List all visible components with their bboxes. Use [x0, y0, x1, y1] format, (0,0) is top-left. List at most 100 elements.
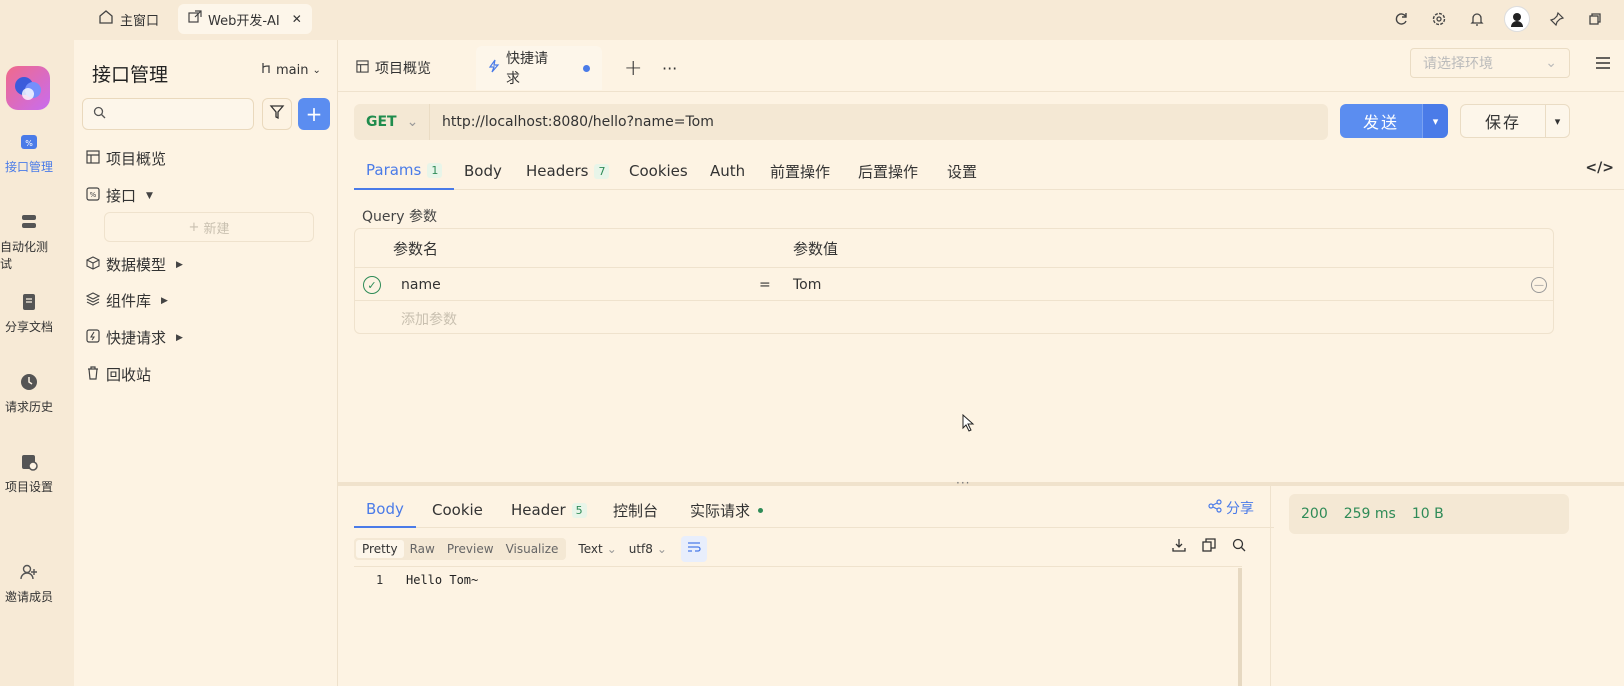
sidebar-item-overview[interactable]: 项目概览 [86, 148, 166, 169]
share-button[interactable]: 分享 [1208, 498, 1254, 518]
avatar[interactable] [1504, 6, 1530, 32]
download-icon[interactable] [1172, 538, 1186, 556]
tab-auth[interactable]: Auth [710, 152, 745, 190]
content-type-select[interactable]: Text ⌄ [578, 542, 616, 556]
column-header-value: 参数值 [793, 239, 839, 258]
tab-label: Cookies [629, 162, 688, 180]
response-body-viewer[interactable]: 1 Hello Tom~ [354, 566, 1242, 686]
wrap-icon [687, 541, 701, 557]
sidebar-title: 接口管理 [92, 64, 169, 86]
row-enabled-checkbox[interactable]: ✓ [363, 268, 381, 302]
chevron-down-icon: ⌄ [406, 114, 419, 130]
send-button[interactable]: 发送 [1340, 104, 1422, 138]
format-preview[interactable]: Preview [441, 540, 500, 558]
window-tab-main[interactable]: 主窗口 [88, 4, 169, 34]
cube-icon [86, 255, 100, 274]
close-icon[interactable]: ✕ [292, 12, 302, 26]
tab-response-header[interactable]: Header 5 [511, 492, 587, 528]
save-button[interactable]: 保存 [1460, 104, 1546, 138]
tab-actual-request[interactable]: 实际请求 [690, 492, 764, 528]
search-icon[interactable] [1232, 538, 1246, 556]
chevron-down-icon: ⌄ [312, 64, 321, 76]
drag-handle-icon[interactable]: ··· [956, 476, 970, 490]
tab-body[interactable]: Body [464, 152, 502, 190]
copy-icon[interactable] [1202, 538, 1216, 556]
code-icon[interactable]: </> [1585, 160, 1614, 176]
send-dropdown-button[interactable]: ▾ [1422, 104, 1448, 138]
rail-item-api[interactable]: % 接口管理 [0, 132, 58, 175]
lightning-icon [488, 59, 500, 77]
new-api-button[interactable]: + 新建 [104, 212, 314, 242]
invite-member-icon [19, 562, 39, 582]
status-dot [758, 507, 764, 513]
format-mode-group: Pretty Raw Preview Visualize [354, 538, 567, 560]
window-tab-project[interactable]: Web开发-AI ✕ [178, 4, 312, 34]
sidebar-search[interactable] [82, 98, 254, 130]
vertical-scrollbar[interactable] [1238, 568, 1242, 686]
new-tab-button[interactable]: + [612, 46, 654, 90]
rail-item-label: 请求历史 [4, 400, 53, 414]
status-code: 200 [1301, 506, 1328, 522]
sidebar-item-api[interactable]: % 接口 ▼ [86, 185, 153, 206]
caret-right-icon: ▶ [161, 295, 168, 306]
tab-cookies[interactable]: Cookies [629, 152, 688, 190]
menu-icon[interactable] [1592, 52, 1614, 74]
response-size: 10 B [1411, 506, 1444, 522]
format-pretty[interactable]: Pretty [356, 540, 404, 558]
tab-response-body[interactable]: Body [354, 492, 416, 528]
tab-pre-request[interactable]: 前置操作 [770, 152, 830, 190]
caret-right-icon: ▶ [176, 332, 183, 343]
response-tabs: Body Cookie Header 5 控制台 实际请求 [354, 492, 1274, 528]
tab-params[interactable]: Params 1 [354, 152, 455, 190]
response-time: 259 ms [1343, 506, 1396, 522]
tab-settings[interactable]: 设置 [947, 152, 977, 190]
rail-item-project-settings[interactable]: 项目设置 [0, 452, 58, 495]
bell-icon[interactable] [1466, 8, 1488, 30]
branch-selector[interactable]: main ⌄ [260, 62, 321, 78]
encoding-select[interactable]: utf8 ⌄ [629, 542, 667, 556]
tab-label: Body [366, 500, 404, 518]
rail-item-invite[interactable]: 邀请成员 [0, 562, 58, 605]
more-tabs-button[interactable]: ··· [650, 46, 689, 90]
tab-headers[interactable]: Headers 7 [526, 152, 610, 190]
sidebar-item-quick-request[interactable]: 快捷请求 ▶ [86, 327, 183, 348]
remove-row-button[interactable]: — [1531, 268, 1547, 302]
format-raw[interactable]: Raw [404, 540, 441, 558]
sidebar-item-components[interactable]: 组件库 ▶ [85, 290, 168, 311]
minus-circle-icon: — [1531, 277, 1547, 293]
save-dropdown-button[interactable]: ▾ [1546, 104, 1570, 138]
home-icon [98, 9, 114, 29]
tab-label: 快捷请求 [506, 51, 548, 87]
sidebar-item-data-model[interactable]: 数据模型 ▶ [86, 254, 183, 275]
param-value-input[interactable]: Tom [793, 268, 821, 302]
method-select[interactable]: GET ⌄ [354, 104, 430, 140]
sidebar-item-trash[interactable]: 回收站 [86, 364, 151, 385]
rail-item-share-doc[interactable]: 分享文档 [0, 292, 58, 335]
rail-item-history[interactable]: 请求历史 [0, 372, 58, 415]
add-param-input[interactable]: 添加参数 [401, 309, 457, 329]
tab-label: Cookie [432, 501, 483, 519]
word-wrap-button[interactable] [680, 536, 707, 562]
format-visualize[interactable]: Visualize [500, 540, 565, 558]
tab-response-cookie[interactable]: Cookie [432, 492, 483, 528]
pin-icon[interactable] [1546, 8, 1568, 30]
environment-select[interactable]: 请选择环境 ⌄ [1410, 48, 1570, 78]
gear-icon[interactable] [1428, 8, 1450, 30]
sidebar-item-label: 组件库 [106, 292, 152, 310]
search-input[interactable] [112, 106, 242, 122]
add-button[interactable]: + [298, 98, 330, 130]
refresh-icon[interactable] [1390, 8, 1412, 30]
tab-post-request[interactable]: 后置操作 [858, 152, 918, 190]
line-number: 1 [376, 573, 384, 587]
rail-item-automation[interactable]: 自动化测试 [0, 212, 58, 272]
restore-icon[interactable] [1584, 8, 1606, 30]
tab-console[interactable]: 控制台 [613, 492, 658, 528]
tab-quick-request[interactable]: 快捷请求 [476, 46, 602, 90]
column-header-name: 参数名 [393, 239, 439, 258]
request-tabs: Params 1 Body Headers 7 Cookies Auth 前置操… [354, 152, 1624, 190]
caret-right-icon: ▼ [146, 190, 153, 201]
url-input[interactable]: http://localhost:8080/hello?name=Tom [430, 114, 714, 130]
param-name-input[interactable]: name [401, 268, 441, 302]
tab-overview[interactable]: 项目概览 [344, 46, 443, 90]
filter-button[interactable] [262, 98, 292, 130]
